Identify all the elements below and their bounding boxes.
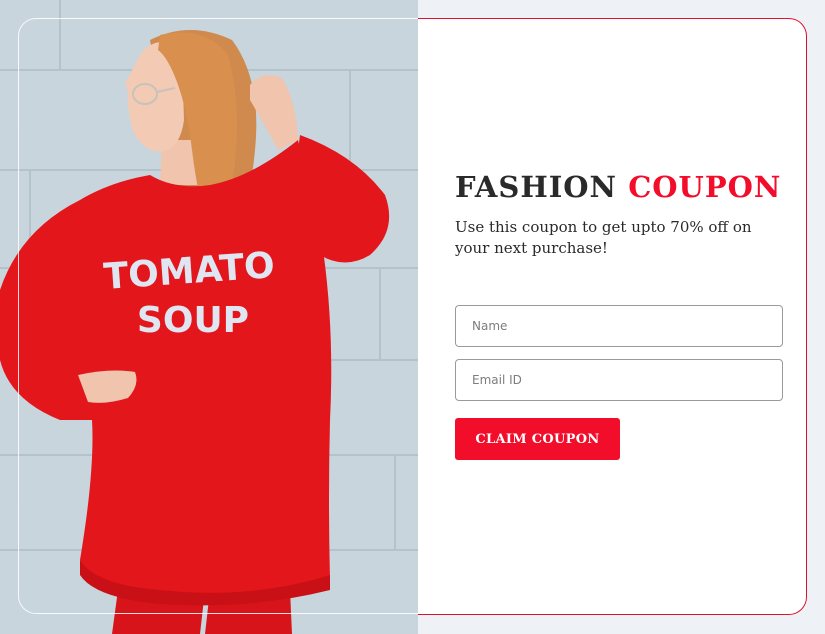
- coupon-form: FASHION COUPON Use this coupon to get up…: [455, 167, 785, 460]
- email-input[interactable]: [455, 359, 783, 401]
- coupon-title: FASHION COUPON: [455, 167, 785, 207]
- coupon-subtitle: Use this coupon to get upto 70% off on y…: [455, 218, 752, 257]
- name-input[interactable]: [455, 305, 783, 347]
- claim-coupon-button[interactable]: CLAIM COUPON: [455, 418, 620, 460]
- coupon-popup: TOMATO SOUP FASHION COUPON Use this coup…: [0, 0, 825, 634]
- shirt-print-line2: SOUP: [137, 300, 249, 341]
- coupon-title-part1: FASHION: [455, 170, 618, 204]
- model-photo: TOMATO SOUP: [0, 0, 418, 634]
- model-photo-illustration: TOMATO SOUP: [0, 0, 418, 634]
- coupon-title-part2: COUPON: [628, 170, 782, 204]
- coupon-card: FASHION COUPON Use this coupon to get up…: [418, 18, 807, 615]
